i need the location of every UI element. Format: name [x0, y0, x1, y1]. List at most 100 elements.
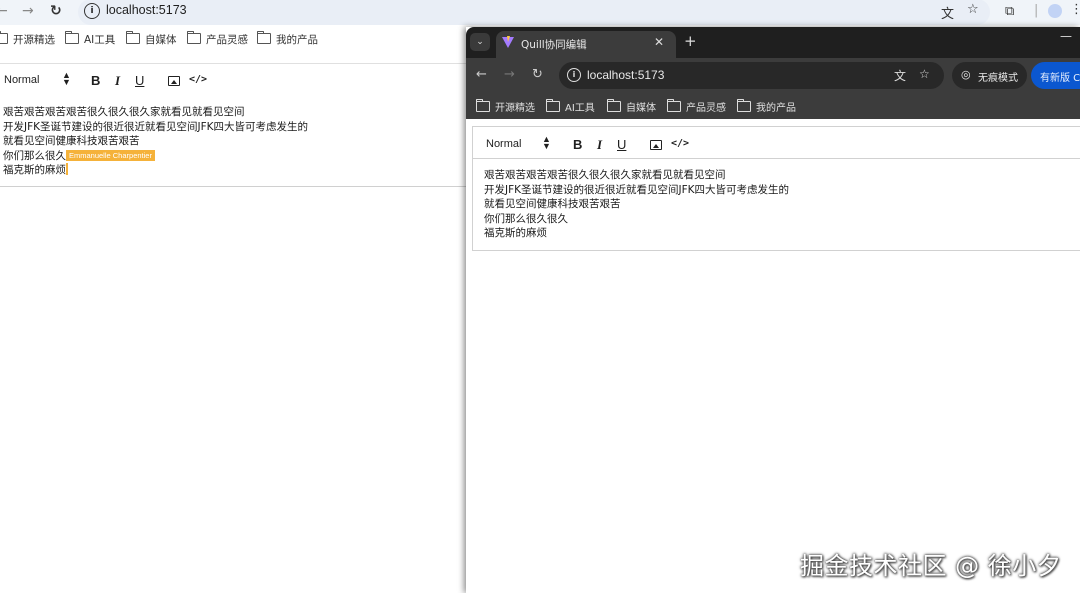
editor-line: 就看见空间健康科技艰苦艰苦: [3, 135, 140, 147]
italic-button[interactable]: I: [597, 137, 602, 153]
bookmark-3[interactable]: 产品灵感: [667, 99, 726, 114]
translate-icon[interactable]: 文: [894, 67, 906, 84]
image-icon[interactable]: [650, 140, 662, 150]
bookmark-1[interactable]: AI工具: [546, 99, 595, 114]
remote-cursor-label: Emmanuelle Charpentier: [66, 149, 155, 161]
back-icon[interactable]: ←: [0, 3, 8, 19]
right-editor-container: Normal ▲ ▼ B I U </> 艰苦艰苦艰苦艰苦很久很久很久家就看见就看…: [472, 126, 1080, 251]
tab-close-icon[interactable]: ✕: [654, 35, 664, 49]
bookmark-0[interactable]: 开源精选: [476, 99, 535, 114]
bookmark-star-icon[interactable]: ☆: [919, 67, 930, 81]
header-select[interactable]: Normal: [486, 138, 521, 150]
left-url-text: localhost:5173: [106, 3, 187, 17]
left-page-top-border: [0, 63, 470, 64]
bookmark-label: 产品灵感: [686, 103, 726, 114]
editor-line: 福克斯的麻烦: [484, 227, 547, 239]
profile-avatar-icon[interactable]: [1048, 4, 1062, 18]
left-editor-content[interactable]: 艰苦艰苦艰苦艰苦很久很久很久家就看见就看见空间 开发JFK圣诞节建设的很近很近就…: [3, 105, 308, 178]
extensions-icon[interactable]: ⧉: [1005, 4, 1014, 19]
bookmark-label: AI工具: [84, 34, 116, 46]
header-select[interactable]: Normal: [4, 74, 39, 86]
translate-icon[interactable]: 文: [941, 3, 954, 22]
left-editor-bottom-border: [0, 186, 466, 187]
bookmark-label: 开源精选: [13, 34, 55, 46]
site-info-icon[interactable]: i: [567, 68, 581, 82]
forward-icon[interactable]: →: [22, 3, 34, 19]
remote-cursor-caret: [66, 163, 68, 175]
reload-icon[interactable]: ↻: [532, 67, 543, 82]
right-tab-strip: ⌄ Quill协同编辑 ✕ + —: [466, 27, 1080, 58]
bookmark-4[interactable]: 我的产品: [737, 99, 796, 114]
bookmark-label: AI工具: [565, 103, 595, 114]
active-tab[interactable]: Quill协同编辑 ✕: [496, 31, 676, 58]
reload-icon[interactable]: ↻: [50, 3, 62, 19]
right-editor-content[interactable]: 艰苦艰苦艰苦艰苦很久很久很久家就看见就看见空间 开发JFK圣诞节建设的很近很近就…: [484, 168, 789, 241]
incognito-badge[interactable]: ◎ 无痕模式: [952, 62, 1027, 89]
new-version-button[interactable]: 有新版 Ch: [1031, 62, 1080, 89]
folder-icon: [65, 31, 79, 44]
editor-line: 开发JFK圣诞节建设的很近很近就看见空间JFK四大皆可考虑发生的: [484, 183, 790, 196]
bookmark-label: 产品灵感: [206, 34, 248, 46]
bookmark-label: 开源精选: [495, 103, 535, 114]
editor-line: 你们那么很久: [3, 149, 66, 162]
watermark: 掘金技术社区 @ 徐小夕: [800, 552, 1062, 580]
folder-icon: [737, 99, 751, 112]
editor-line: 艰苦艰苦艰苦艰苦很久很久很久家就看见就看见空间: [3, 106, 245, 118]
forward-icon[interactable]: →: [504, 67, 515, 82]
bookmark-3[interactable]: 产品灵感: [187, 31, 248, 47]
editor-line: 你们那么很久很久: [484, 212, 568, 225]
folder-icon: [257, 31, 271, 44]
editor-line: 艰苦艰苦艰苦艰苦很久很久很久家就看见就看见空间: [484, 169, 726, 181]
bookmark-0[interactable]: 开源精选: [0, 31, 55, 47]
right-bookmarks-bar: 开源精选 AI工具 自媒体 产品灵感 我的产品: [466, 93, 1080, 119]
folder-icon: [546, 99, 560, 112]
editor-line: 就看见空间健康科技艰苦艰苦: [484, 198, 621, 210]
header-select-arrows-icon[interactable]: ▲ ▼: [62, 71, 71, 87]
header-select-arrows-icon[interactable]: ▲ ▼: [542, 135, 551, 151]
minimize-icon[interactable]: —: [1060, 29, 1072, 43]
left-browser-toolbar: ← → ↻ i localhost:5173 文 ☆ ⧉ | ⋮: [0, 0, 1080, 25]
folder-icon: [476, 99, 490, 112]
toolbar-divider: [473, 158, 1080, 159]
bookmark-2[interactable]: 自媒体: [607, 99, 656, 114]
folder-icon: [187, 31, 201, 44]
underline-button[interactable]: U: [617, 137, 626, 152]
right-browser-toolbar: ← → ↻ i localhost:5173 文 ☆ ◎ 无痕模式 有新版 Ch: [466, 58, 1080, 93]
new-version-label: 有新版 Ch: [1040, 73, 1080, 84]
right-address-bar[interactable]: i localhost:5173 文 ☆: [559, 62, 944, 89]
new-tab-icon[interactable]: +: [684, 32, 697, 50]
editor-line: 福克斯的麻烦: [3, 164, 66, 176]
bold-button[interactable]: B: [91, 73, 100, 88]
incognito-label: 无痕模式: [978, 73, 1018, 84]
editor-line: 开发JFK圣诞节建设的很近很近就看见空间JFK四大皆可考虑发生的: [3, 120, 309, 133]
underline-button[interactable]: U: [135, 73, 144, 88]
bookmark-label: 自媒体: [145, 34, 177, 46]
bookmark-label: 我的产品: [276, 34, 318, 46]
toolbar-divider: |: [1034, 3, 1039, 18]
vite-logo-icon: [502, 36, 514, 48]
back-icon[interactable]: ←: [476, 67, 487, 82]
right-url-text: localhost:5173: [587, 68, 665, 82]
incognito-icon: ◎: [961, 68, 971, 81]
folder-icon: [126, 31, 140, 44]
bookmark-2[interactable]: 自媒体: [126, 31, 177, 47]
code-button[interactable]: </>: [189, 74, 207, 85]
left-address-bar[interactable]: i localhost:5173 文 ☆: [78, 0, 990, 25]
bookmark-label: 自媒体: [626, 103, 656, 114]
menu-icon[interactable]: ⋮: [1070, 2, 1080, 17]
site-info-icon[interactable]: i: [84, 3, 100, 19]
code-button[interactable]: </>: [671, 138, 689, 149]
folder-icon: [607, 99, 621, 112]
bookmark-star-icon[interactable]: ☆: [967, 2, 979, 17]
image-icon[interactable]: [168, 76, 180, 86]
italic-button[interactable]: I: [115, 73, 120, 89]
editor-line-with-cursor: 你们那么很久 Emmanuelle Charpentier: [3, 149, 308, 164]
right-browser-window: ⌄ Quill协同编辑 ✕ + — ← → ↻ i localhost:5173…: [466, 27, 1080, 593]
bookmark-4[interactable]: 我的产品: [257, 31, 318, 47]
right-page-content: Normal ▲ ▼ B I U </> 艰苦艰苦艰苦艰苦很久很久很久家就看见就看…: [466, 119, 1080, 593]
bookmark-label: 我的产品: [756, 103, 796, 114]
tab-search-button[interactable]: ⌄: [470, 33, 490, 51]
bold-button[interactable]: B: [573, 137, 582, 152]
tab-title: Quill协同编辑: [521, 39, 587, 51]
bookmark-1[interactable]: AI工具: [65, 31, 116, 47]
